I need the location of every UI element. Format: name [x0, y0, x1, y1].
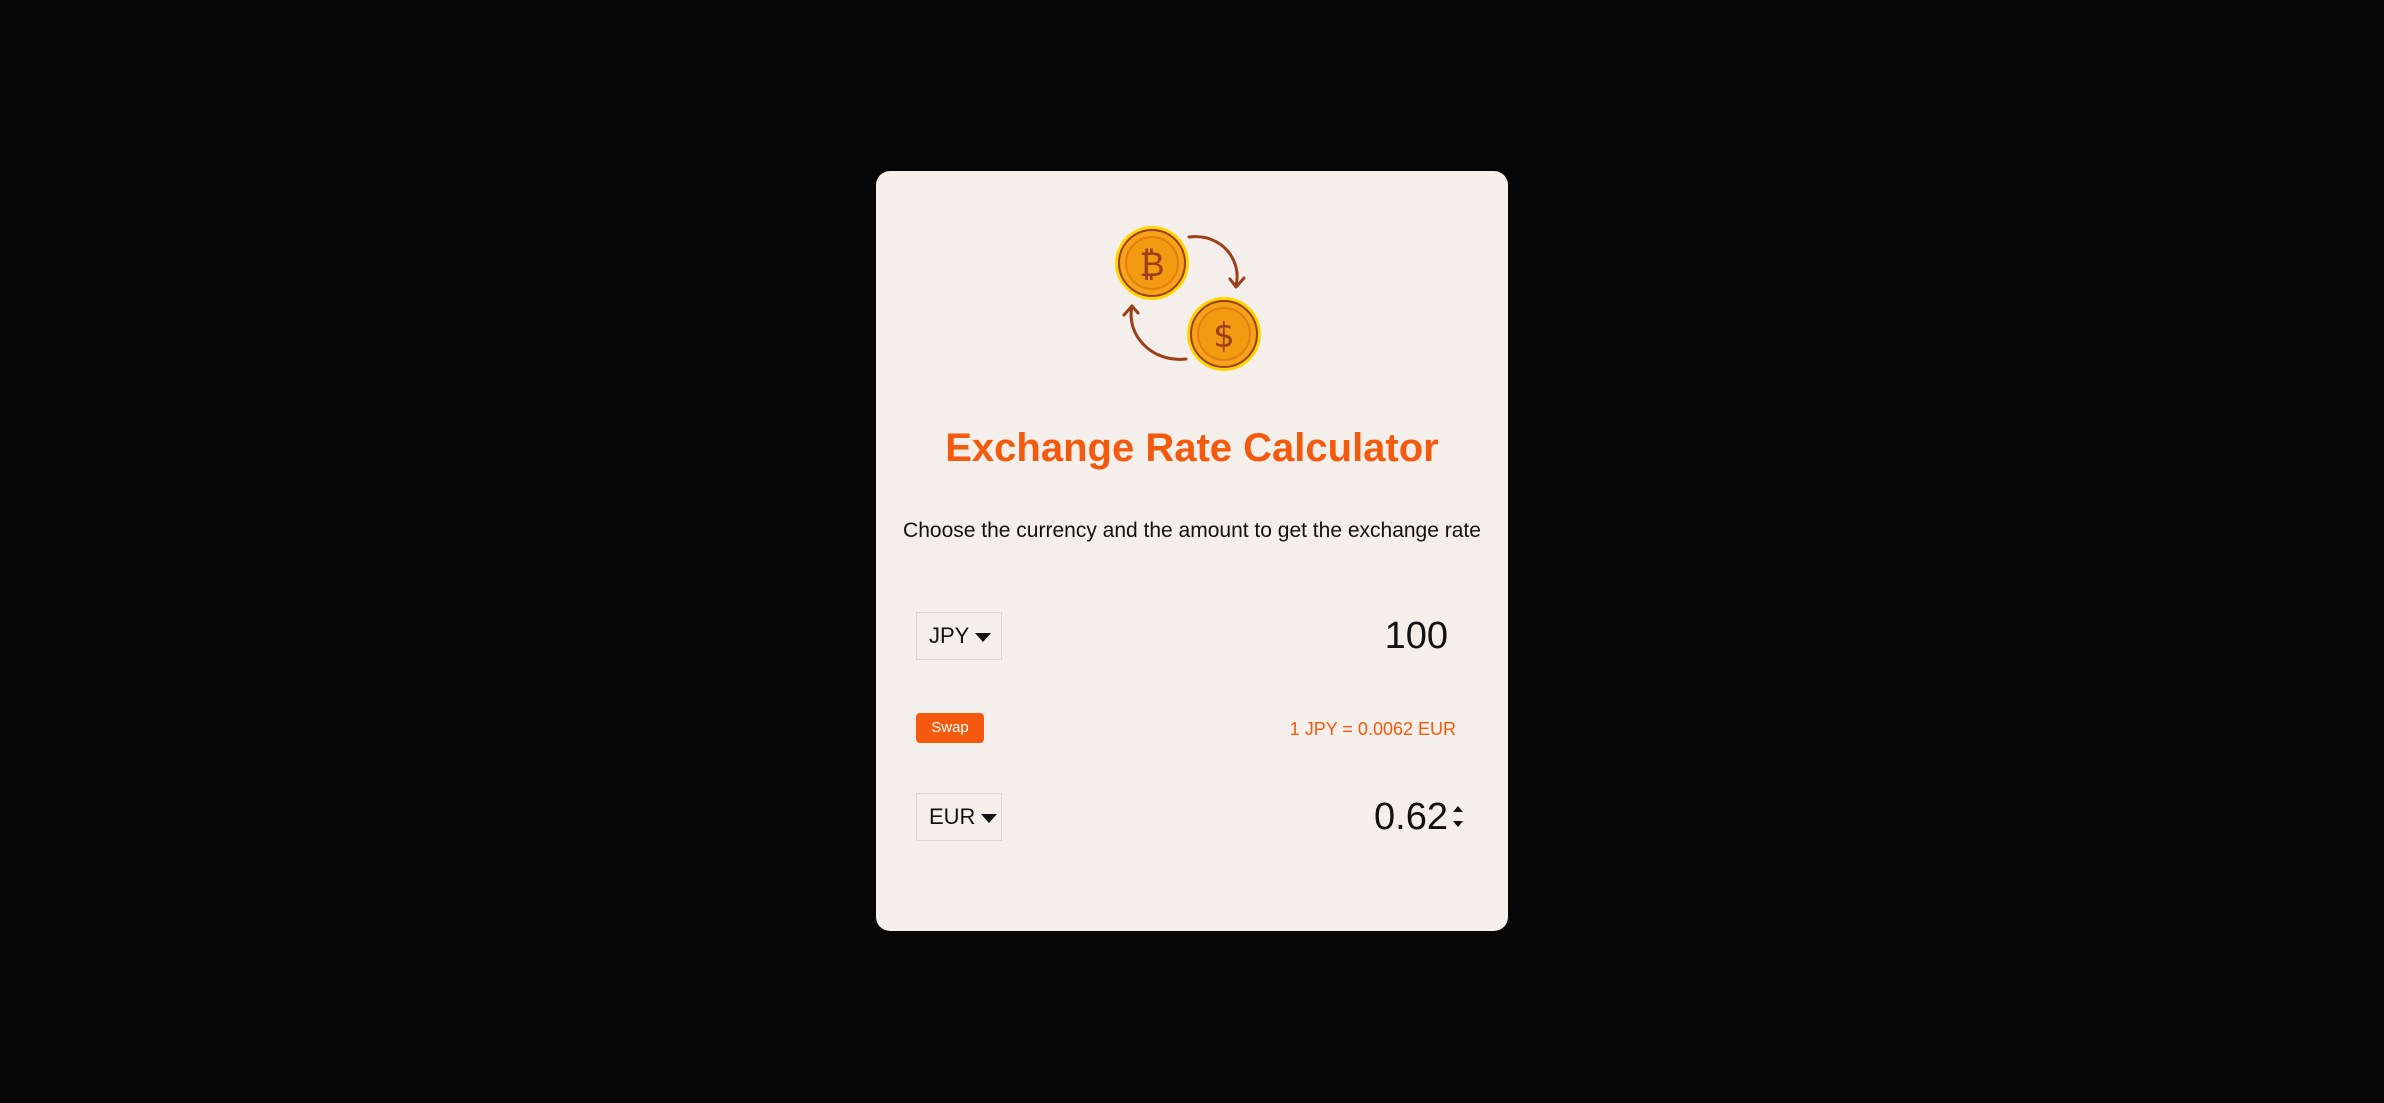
currency-two-select[interactable]: EUR — [916, 793, 1002, 841]
currency-two-value: EUR — [929, 804, 976, 829]
swap-button[interactable]: Swap — [916, 713, 984, 743]
stepper-down-icon[interactable] — [1453, 821, 1463, 827]
chevron-down-icon — [975, 632, 992, 642]
currency-one-select[interactable]: JPY — [916, 612, 1002, 660]
bitcoin-symbol: ₿ — [1139, 245, 1164, 285]
currency-one-value: JPY — [929, 623, 970, 648]
amount-one-input[interactable]: 100 — [1248, 612, 1448, 660]
chevron-down-icon — [981, 813, 998, 823]
number-stepper[interactable] — [1452, 804, 1464, 830]
dollar-symbol: $ — [1213, 316, 1235, 356]
page-subtitle: Choose the currency and the amount to ge… — [903, 519, 1481, 542]
exchange-card: ₿ $ Exchange Rate Calculator Choose the … — [876, 171, 1508, 931]
stepper-up-icon[interactable] — [1453, 806, 1463, 812]
coins-exchange-icon: ₿ $ — [1115, 226, 1261, 371]
page-title: Exchange Rate Calculator — [945, 426, 1439, 470]
amount-two-input[interactable]: 0.62 — [1248, 793, 1448, 841]
exchange-rate-text: 1 JPY = 0.0062 EUR — [1289, 719, 1456, 739]
